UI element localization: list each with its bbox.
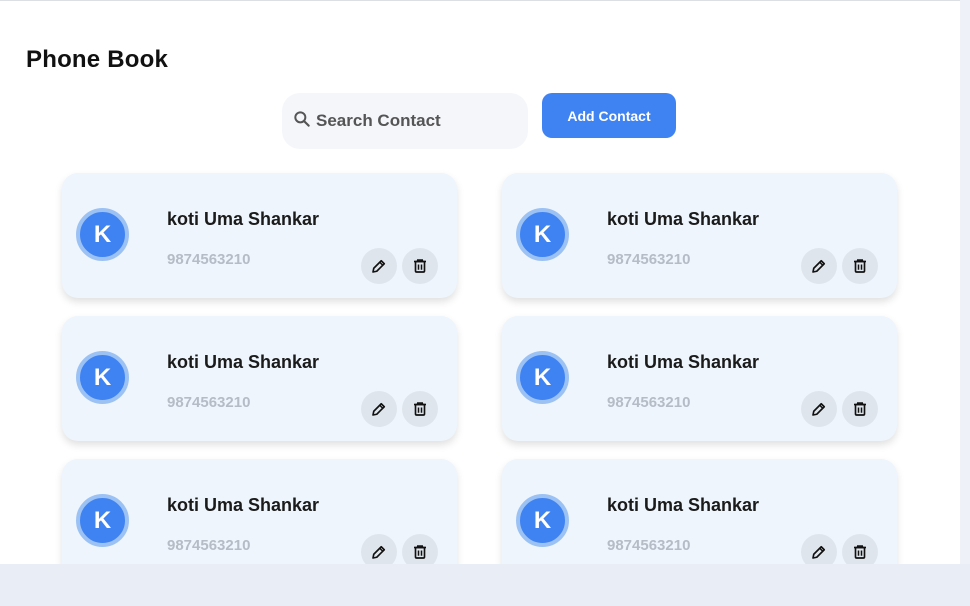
search-icon: [292, 109, 312, 134]
trash-icon: [854, 259, 866, 273]
search-box[interactable]: [282, 93, 528, 149]
contact-name: koti Uma Shankar: [607, 495, 760, 515]
pencil-icon: [372, 402, 386, 416]
search-input[interactable]: [316, 106, 516, 136]
edit-button[interactable]: [801, 534, 837, 564]
trash-icon: [414, 402, 426, 416]
delete-button[interactable]: [842, 248, 878, 284]
contact-phone: 9874563210: [607, 251, 691, 268]
contact-grid: K koti Uma Shankar 9874563210 K koti Uma…: [62, 173, 898, 564]
contact-card: K koti Uma Shankar 9874563210: [502, 316, 897, 441]
contact-card: K koti Uma Shankar 9874563210: [62, 316, 457, 441]
edit-button[interactable]: [361, 248, 397, 284]
pencil-icon: [812, 259, 826, 273]
avatar: K: [516, 208, 569, 261]
contact-phone: 9874563210: [167, 394, 251, 411]
contact-phone: 9874563210: [607, 537, 691, 554]
avatar: K: [76, 208, 129, 261]
avatar: K: [516, 351, 569, 404]
contact-phone: 9874563210: [167, 251, 251, 268]
delete-button[interactable]: [842, 534, 878, 564]
app-viewport: Phone Book Add Contact K koti Uma Shanka…: [0, 0, 960, 564]
trash-icon: [854, 545, 866, 559]
pencil-icon: [812, 402, 826, 416]
bottom-bar: [0, 564, 970, 606]
pencil-icon: [372, 259, 386, 273]
delete-button[interactable]: [842, 391, 878, 427]
contact-name: koti Uma Shankar: [167, 495, 320, 515]
contact-card: K koti Uma Shankar 9874563210: [502, 459, 897, 564]
contact-name: koti Uma Shankar: [607, 352, 760, 372]
edit-button[interactable]: [361, 391, 397, 427]
contact-phone: 9874563210: [167, 537, 251, 554]
scrollbar-track[interactable]: [960, 0, 970, 564]
contact-name: koti Uma Shankar: [607, 209, 760, 229]
delete-button[interactable]: [402, 248, 438, 284]
avatar: K: [76, 351, 129, 404]
contact-phone: 9874563210: [607, 394, 691, 411]
contact-name: koti Uma Shankar: [167, 209, 320, 229]
contact-card: K koti Uma Shankar 9874563210: [62, 173, 457, 298]
add-contact-button[interactable]: Add Contact: [542, 93, 676, 138]
page-title: Phone Book: [26, 46, 169, 73]
contact-card: K koti Uma Shankar 9874563210: [62, 459, 457, 564]
pencil-icon: [812, 545, 826, 559]
edit-button[interactable]: [361, 534, 397, 564]
avatar: K: [76, 494, 129, 547]
avatar: K: [516, 494, 569, 547]
contact-card: K koti Uma Shankar 9874563210: [502, 173, 897, 298]
edit-button[interactable]: [801, 391, 837, 427]
edit-button[interactable]: [801, 248, 837, 284]
delete-button[interactable]: [402, 391, 438, 427]
contact-name: koti Uma Shankar: [167, 352, 320, 372]
trash-icon: [414, 259, 426, 273]
pencil-icon: [372, 545, 386, 559]
delete-button[interactable]: [402, 534, 438, 564]
trash-icon: [414, 545, 426, 559]
trash-icon: [854, 402, 866, 416]
